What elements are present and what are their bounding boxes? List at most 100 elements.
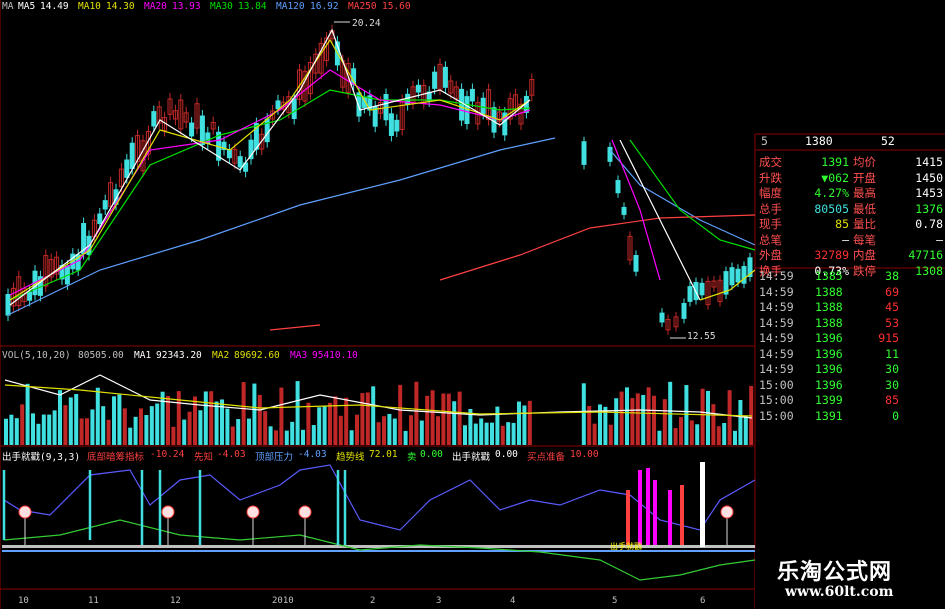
- brand-name: 乐淘公式网: [777, 560, 893, 585]
- volume-bar: [711, 404, 716, 445]
- volume-bar: [581, 383, 586, 445]
- ind-legend-item: 出手就戳(9,3,3): [2, 452, 81, 463]
- volume-bar: [722, 422, 727, 445]
- candle-body: [102, 200, 108, 210]
- volume-bar: [284, 430, 289, 445]
- quote-value: 85: [835, 217, 849, 231]
- volume-bar: [436, 416, 440, 445]
- volume-bar: [193, 396, 197, 445]
- ind-legend-value: 0.00: [420, 449, 443, 460]
- volume-bar: [74, 394, 79, 445]
- quote-label: 均价: [853, 155, 876, 169]
- quote-top-row: 5 1380 52: [755, 134, 945, 149]
- x-axis-label: 4: [510, 596, 516, 606]
- volume-bar: [430, 390, 435, 445]
- vol-legend-value: 95410.10: [312, 350, 358, 361]
- ma5-line: [9, 28, 531, 306]
- smiley-icon: [18, 505, 32, 519]
- volume-bar: [47, 414, 52, 445]
- volume-bar: [301, 429, 305, 445]
- tick-time: 14:59: [759, 315, 794, 330]
- tick-time: 15:00: [759, 377, 794, 392]
- quote-row: 幅度 4.27% 最高 1453: [755, 186, 945, 201]
- quote-label: 内盘: [853, 248, 876, 262]
- tick-row: 14:59 1388 45: [755, 300, 945, 315]
- ind-legend-item: 顶部压力: [255, 452, 294, 463]
- signal-bar: [626, 490, 630, 545]
- ind-legend-item: 出手就戳: [452, 452, 491, 463]
- volume-bar: [706, 390, 710, 445]
- volume-bar: [155, 403, 160, 445]
- volume-bar: [506, 422, 511, 445]
- quote-panel[interactable]: 5 1380 52 成交 1391 均价 1415 升跌 ▼062 开盘 1450 幅度 4.27…: [755, 134, 945, 609]
- volume-bar: [85, 418, 89, 445]
- x-axis-label: 2010: [272, 596, 294, 606]
- tick-price: 1396: [815, 377, 843, 392]
- tick-price: 1388: [815, 284, 843, 299]
- ma250-line: [269, 324, 321, 331]
- volume-bar: [743, 415, 748, 445]
- watermark-brand: 乐淘公式网 www.60lt.com: [755, 548, 945, 609]
- candle-body: [681, 303, 687, 319]
- quote-value: 32789: [814, 248, 849, 262]
- candle-body: [226, 149, 232, 159]
- volume-bar: [511, 422, 516, 445]
- ma-legend-value: 15.60: [382, 1, 411, 12]
- ma-legend-item: MA30: [210, 1, 233, 12]
- vol-ma1-line: [4, 374, 753, 419]
- volume-bar: [652, 395, 656, 445]
- volume-bar: [9, 414, 14, 445]
- volume-bar: [311, 425, 316, 445]
- volume-bar: [716, 426, 721, 445]
- volume-bar: [657, 430, 662, 445]
- vol-legend-item: MA3: [290, 350, 308, 361]
- tick-time: 14:59: [759, 331, 794, 345]
- quote-row: 升跌 ▼062 开盘 1450: [755, 171, 945, 186]
- volume-bar: [495, 406, 500, 445]
- volume-bar: [241, 382, 246, 445]
- x-axis-label: 11: [88, 596, 99, 606]
- volume-bar: [733, 430, 737, 445]
- ma250-line: [439, 214, 756, 281]
- tick-volume: 69: [885, 284, 899, 299]
- volume-bar: [338, 415, 343, 445]
- quote-row: 外盘 32789 内盘 47716: [755, 248, 945, 263]
- volume-bar: [484, 422, 489, 445]
- tick-volume: 45: [885, 300, 899, 314]
- ind-legend-item: 先知: [194, 452, 214, 463]
- ind-legend-item: 买点准备: [527, 452, 566, 463]
- ind-legend-item: 底部暗筹指标: [87, 452, 145, 463]
- volume-bar: [225, 408, 230, 445]
- volume-bar: [4, 418, 8, 445]
- quote-value: —: [936, 232, 943, 247]
- volume-bar: [230, 426, 235, 445]
- ma-legend-item: MA20: [144, 1, 167, 12]
- ma30-line: [629, 139, 756, 251]
- ma-legend-value: 14.30: [106, 1, 135, 12]
- candle-body: [97, 213, 103, 225]
- quote-row: 总笔 — 每笔 —: [755, 233, 945, 248]
- quote-row: 成交 1391 均价 1415: [755, 155, 945, 170]
- volume-bar: [473, 423, 478, 445]
- volume-bar: [371, 386, 376, 445]
- ma-legend-value: 13.84: [238, 1, 267, 12]
- quote-label: 升跌: [759, 170, 782, 185]
- tick-row: 14:59 1396 11: [755, 347, 945, 362]
- quote-label: 总手: [759, 201, 782, 216]
- volume-bar: [236, 419, 241, 445]
- ind-legend-value: 0.00: [495, 449, 518, 460]
- volume-bar: [279, 387, 284, 445]
- x-axis-label: 3: [436, 596, 442, 606]
- tick-row: 15:00 1391 0: [755, 409, 945, 424]
- candle-body: [5, 293, 11, 316]
- volume-bar: [122, 408, 127, 445]
- volume-bar: [182, 419, 187, 445]
- volume-bar: [679, 417, 683, 445]
- price-low-label: 12.55: [687, 331, 716, 342]
- volume-bar: [625, 387, 629, 445]
- tick-row: 14:59 1385 38: [755, 269, 945, 284]
- candle-body: [607, 146, 613, 162]
- volume-bar: [25, 383, 30, 445]
- candle-body: [687, 286, 693, 302]
- vol-legend-value: 92343.20: [156, 350, 202, 361]
